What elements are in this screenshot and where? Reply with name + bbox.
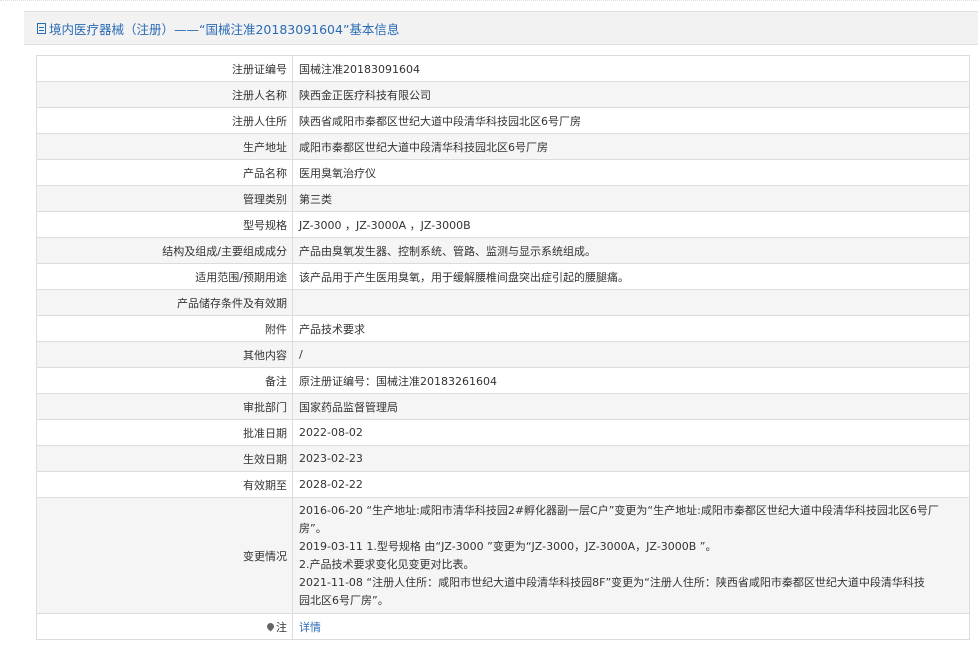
row-value: / (292, 341, 970, 368)
change-line: 房”。 (299, 521, 327, 535)
pin-icon (265, 621, 276, 631)
row-label: 有效期至 (36, 471, 293, 498)
row-label: 产品名称 (36, 159, 293, 186)
row-value: 2028-02-22 (292, 471, 970, 498)
change-line: 园北区6号厂房”。 (299, 593, 389, 607)
row-label: 其他内容 (36, 341, 293, 368)
row-label: 注册人名称 (36, 81, 293, 108)
note-value: 详情 (292, 613, 970, 640)
row-label: 生产地址 (36, 133, 293, 160)
change-line: 2016-06-20 “生产地址:咸阳市清华科技园2#孵化器副一层C户”变更为“… (299, 503, 939, 517)
row-label: 型号规格 (36, 211, 293, 238)
page-title: 境内医疗器械（注册）——“国械注准20183091604”基本信息 (49, 21, 400, 37)
row-value: 咸阳市秦都区世纪大道中段清华科技园北区6号厂房 (292, 133, 970, 160)
row-value: JZ-3000 ，JZ-3000A ，JZ-3000B (292, 211, 970, 238)
table-row: 其他内容 / (36, 341, 970, 368)
row-value: 国家药品监督管理局 (292, 393, 970, 420)
row-value: 医用臭氧治疗仪 (292, 159, 970, 186)
row-value: 2022-08-02 (292, 419, 970, 446)
row-value: 国械注准20183091604 (292, 55, 970, 82)
info-table: 注册证编号 国械注准20183091604 注册人名称 陕西金正医疗科技有限公司 注… (36, 55, 970, 640)
row-value: 2023-02-23 (292, 445, 970, 472)
row-label: 结构及组成/主要组成成分 (36, 237, 293, 264)
row-label: 附件 (36, 315, 293, 342)
change-line: 2021-11-08 “注册人住所：咸阳市世纪大道中段清华科技园8F”变更为“注… (299, 575, 925, 589)
change-history-value: 2016-06-20 “生产地址:咸阳市清华科技园2#孵化器副一层C户”变更为“… (292, 497, 970, 614)
table-row: 生效日期 2023-02-23 (36, 445, 970, 472)
note-label-cell: 注 (36, 613, 293, 640)
table-row: 注册人名称 陕西金正医疗科技有限公司 (36, 81, 970, 108)
row-value: 产品由臭氧发生器、控制系统、管路、监测与显示系统组成。 (292, 237, 970, 264)
table-row: 批准日期 2022-08-02 (36, 419, 970, 446)
row-label: 注册证编号 (36, 55, 293, 82)
table-row: 生产地址 咸阳市秦都区世纪大道中段清华科技园北区6号厂房 (36, 133, 970, 160)
row-label: 变更情况 (36, 497, 293, 614)
top-divider (0, 0, 978, 7)
table-row: 备注 原注册证编号：国械注准20183261604 (36, 367, 970, 394)
row-value: 第三类 (292, 185, 970, 212)
row-label: 适用范围/预期用途 (36, 263, 293, 290)
row-value: 产品技术要求 (292, 315, 970, 342)
row-value: 陕西省咸阳市秦都区世纪大道中段清华科技园北区6号厂房 (292, 107, 970, 134)
document-icon (37, 22, 46, 34)
row-label: 管理类别 (36, 185, 293, 212)
row-value (292, 289, 970, 316)
row-label: 注册人住所 (36, 107, 293, 134)
change-history-row: 变更情况 2016-06-20 “生产地址:咸阳市清华科技园2#孵化器副一层C户… (36, 497, 970, 614)
row-value: 陕西金正医疗科技有限公司 (292, 81, 970, 108)
table-row: 结构及组成/主要组成成分 产品由臭氧发生器、控制系统、管路、监测与显示系统组成。 (36, 237, 970, 264)
table-row: 注册人住所 陕西省咸阳市秦都区世纪大道中段清华科技园北区6号厂房 (36, 107, 970, 134)
table-row: 附件 产品技术要求 (36, 315, 970, 342)
row-label: 批准日期 (36, 419, 293, 446)
note-label: 注 (276, 620, 287, 634)
table-row: 审批部门 国家药品监督管理局 (36, 393, 970, 420)
table-row: 管理类别 第三类 (36, 185, 970, 212)
table-row: 适用范围/预期用途 该产品用于产生医用臭氧，用于缓解腰椎间盘突出症引起的腰腿痛。 (36, 263, 970, 290)
details-link[interactable]: 详情 (299, 621, 321, 634)
table-row: 有效期至 2028-02-22 (36, 471, 970, 498)
row-value: 原注册证编号：国械注准20183261604 (292, 367, 970, 394)
change-line: 2019-03-11 1.型号规格 由“JZ-3000 ”变更为“JZ-3000… (299, 539, 717, 553)
table-row: 产品储存条件及有效期 (36, 289, 970, 316)
row-label: 审批部门 (36, 393, 293, 420)
row-label: 产品储存条件及有效期 (36, 289, 293, 316)
row-label: 备注 (36, 367, 293, 394)
note-row: 注 详情 (36, 613, 970, 640)
change-line: 2.产品技术要求变化见变更对比表。 (299, 557, 475, 571)
table-row: 注册证编号 国械注准20183091604 (36, 55, 970, 82)
table-row: 产品名称 医用臭氧治疗仪 (36, 159, 970, 186)
row-label: 生效日期 (36, 445, 293, 472)
page-title-bar: 境内医疗器械（注册）——“国械注准20183091604”基本信息 (24, 11, 978, 45)
row-value: 该产品用于产生医用臭氧，用于缓解腰椎间盘突出症引起的腰腿痛。 (292, 263, 970, 290)
table-row: 型号规格 JZ-3000 ，JZ-3000A ，JZ-3000B (36, 211, 970, 238)
